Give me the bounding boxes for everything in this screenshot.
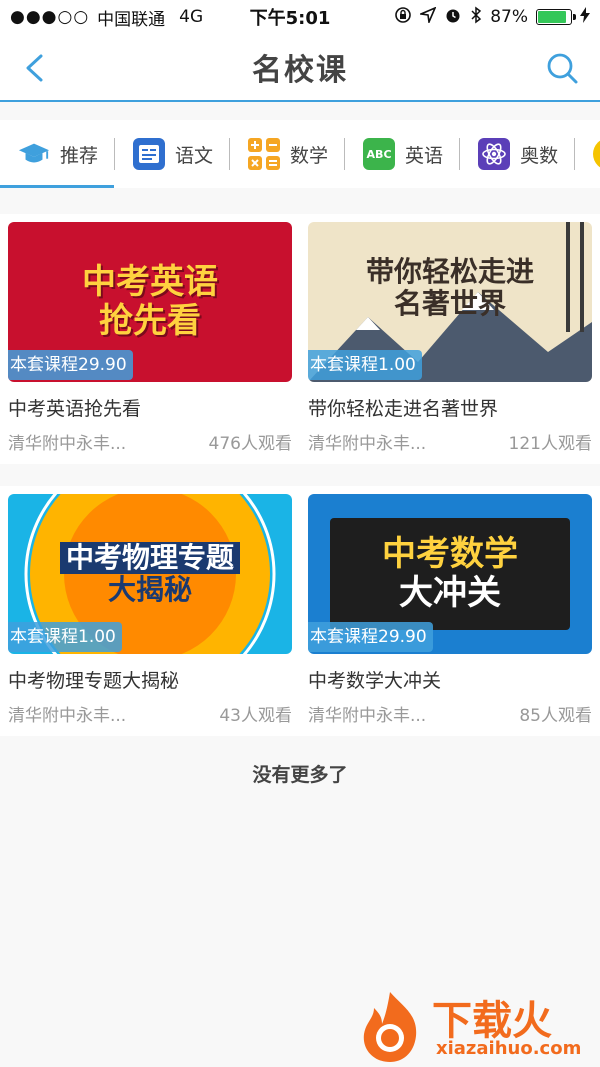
- price-badge: 本套课程1.00: [8, 622, 122, 652]
- category-tabs: 推荐 语文 数学 ABC 英语 奥数: [0, 120, 600, 188]
- tab-label: 语文: [175, 144, 214, 167]
- course-title: 中考物理专题大揭秘: [8, 670, 180, 692]
- battery-percent: 87%: [490, 7, 528, 27]
- tab-olympiad-math[interactable]: 奥数: [460, 120, 574, 188]
- banner-line: 大揭秘: [107, 573, 192, 606]
- watermark-logo: 下载火 xiazaihuo.com: [352, 988, 598, 1064]
- school-name: 清华附中永丰...: [308, 434, 427, 454]
- banner-line: 抢先看: [99, 301, 201, 341]
- course-thumbnail: 带你轻松走进 名著世界 本套课程1.00: [308, 222, 592, 382]
- page-title: 名校课: [252, 53, 348, 88]
- status-time: 下午5:01: [249, 8, 331, 29]
- search-button[interactable]: [542, 48, 582, 88]
- course-title: 中考英语抢先看: [8, 398, 142, 420]
- course-row: 中考物理专题 大揭秘 本套课程1.00 中考物理专题大揭秘 清华附中永丰... …: [0, 486, 600, 736]
- watermark-site: xiazaihuo.com: [436, 1038, 582, 1059]
- course-card[interactable]: 中考英语 抢先看 本套课程29.90 中考英语抢先看 清华附中永丰... 476…: [8, 222, 292, 454]
- bluetooth-icon: [470, 6, 482, 29]
- chevron-left-icon: [26, 54, 43, 82]
- course-thumbnail: 中考数学 大冲关 本套课程29.90: [308, 494, 592, 654]
- tab-label: 数学: [290, 144, 329, 167]
- banner-line: 大冲关: [399, 573, 501, 613]
- banner-line: 中考物理专题: [59, 541, 240, 574]
- price-badge: 本套课程1.00: [308, 350, 422, 380]
- school-name: 清华附中永丰...: [8, 706, 127, 726]
- course-card[interactable]: 中考数学 大冲关 本套课程29.90 中考数学大冲关 清华附中永丰... 85人…: [308, 494, 592, 726]
- more-category-icon: [593, 138, 600, 170]
- school-name: 清华附中永丰...: [308, 706, 427, 726]
- course-card[interactable]: 中考物理专题 大揭秘 本套课程1.00 中考物理专题大揭秘 清华附中永丰... …: [8, 494, 292, 726]
- network-type: 4G: [179, 7, 204, 27]
- atom-icon: [478, 138, 511, 170]
- tab-more-partial[interactable]: [575, 120, 600, 188]
- view-count: 476人观看: [208, 434, 292, 454]
- banner-line: 带你轻松走进: [365, 255, 534, 288]
- course-row: 中考英语 抢先看 本套课程29.90 中考英语抢先看 清华附中永丰... 476…: [0, 214, 600, 464]
- search-icon: [547, 53, 578, 84]
- no-more-label: 没有更多了: [252, 764, 348, 786]
- view-count: 121人观看: [508, 434, 592, 454]
- course-title: 中考数学大冲关: [308, 670, 442, 692]
- course-meta: 清华附中永丰... 121人观看: [308, 429, 592, 454]
- graduation-cap-icon: [18, 138, 50, 170]
- tab-label: 奥数: [520, 144, 559, 167]
- signal-dots-icon: ●●●○○: [10, 7, 90, 27]
- course-meta: 清华附中永丰... 85人观看: [308, 701, 592, 726]
- school-name: 清华附中永丰...: [8, 434, 127, 454]
- course-thumbnail: 中考英语 抢先看 本套课程29.90: [8, 222, 292, 382]
- banner-line: 中考英语: [82, 261, 218, 302]
- course-meta: 清华附中永丰... 43人观看: [8, 701, 292, 726]
- abc-icon: ABC: [363, 138, 396, 170]
- tab-label: 英语: [405, 144, 444, 167]
- back-button[interactable]: [16, 48, 56, 88]
- tab-recommend[interactable]: 推荐: [0, 120, 115, 188]
- view-count: 43人观看: [219, 706, 292, 726]
- course-thumbnail: 中考物理专题 大揭秘 本套课程1.00: [8, 494, 292, 654]
- view-count: 85人观看: [519, 706, 592, 726]
- tab-english[interactable]: ABC 英语: [345, 120, 459, 188]
- tab-chinese[interactable]: 语文: [115, 120, 229, 188]
- price-badge: 本套课程29.90: [308, 622, 433, 652]
- carrier-name: 中国联通: [97, 9, 166, 30]
- charging-icon: [580, 6, 590, 28]
- alarm-icon: [444, 6, 462, 29]
- price-badge: 本套课程29.90: [8, 350, 133, 380]
- course-grid: 中考英语 抢先看 本套课程29.90 中考英语抢先看 清华附中永丰... 476…: [0, 214, 600, 736]
- math-symbols-icon: [248, 138, 281, 170]
- chinese-book-icon: [133, 138, 166, 170]
- status-bar: ●●●○○ 中国联通 4G 下午5:01 87%: [0, 0, 600, 34]
- battery-icon: [536, 9, 576, 25]
- banner-line: 中考数学: [382, 533, 518, 574]
- tab-label: 推荐: [60, 144, 99, 167]
- course-card[interactable]: 带你轻松走进 名著世界 本套课程1.00 带你轻松走进名著世界 清华附中永丰..…: [308, 222, 592, 454]
- tab-math[interactable]: 数学: [230, 120, 344, 188]
- navigation-bar: 名校课: [0, 34, 600, 102]
- course-title: 带你轻松走进名著世界: [308, 398, 499, 420]
- location-icon: [418, 5, 437, 28]
- flame-logo-icon: [363, 992, 417, 1062]
- orientation-lock-icon: [394, 6, 412, 29]
- course-meta: 清华附中永丰... 476人观看: [8, 429, 292, 454]
- banner-line: 名著世界: [393, 287, 506, 321]
